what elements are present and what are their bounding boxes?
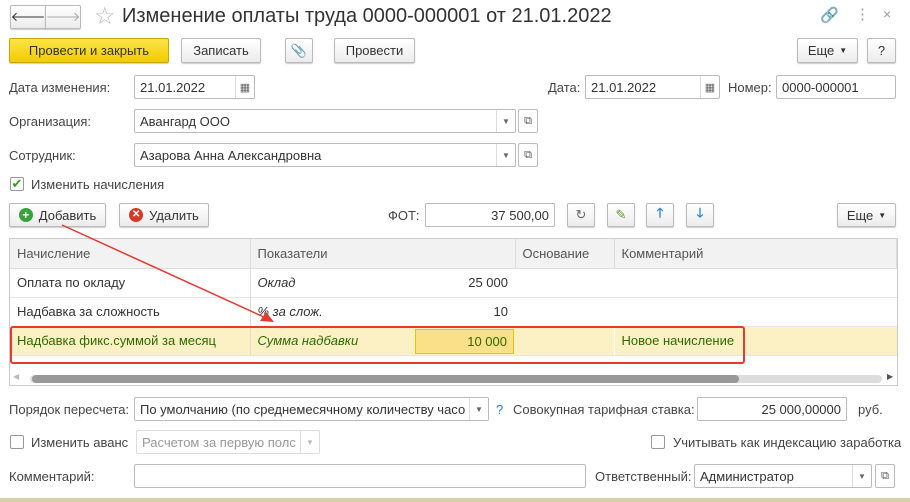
rate-input: 25 000,00000	[697, 397, 847, 421]
indexation-checkbox[interactable]	[651, 435, 665, 449]
bottom-border	[0, 498, 910, 502]
responsible-value: Администратор	[700, 468, 794, 484]
dropdown-arrow-icon: ▼	[300, 431, 319, 453]
change-advance-checkbox[interactable]	[10, 435, 24, 449]
dropdown-arrow-icon[interactable]: ▼	[852, 465, 871, 487]
indexation-label: Учитывать как индексацию заработка	[673, 435, 902, 450]
annotation-arrow	[61, 224, 274, 322]
comment-label: Комментарий:	[9, 469, 95, 484]
responsible-label: Ответственный:	[595, 469, 692, 484]
currency-label: руб.	[858, 402, 883, 417]
recalc-select[interactable]: По умолчанию (по среднемесячному количес…	[134, 397, 489, 421]
change-advance-label: Изменить аванс	[31, 435, 129, 450]
rate-value: 25 000,00000	[761, 401, 841, 417]
advance-select: Расчетом за первую полс ▼	[136, 430, 320, 454]
comment-input[interactable]	[134, 464, 586, 488]
rate-label: Совокупная тарифная ставка:	[513, 402, 695, 417]
dropdown-arrow-icon[interactable]: ▼	[469, 398, 488, 420]
recalc-value: По умолчанию (по среднемесячному количес…	[140, 401, 466, 417]
open-responsible-icon[interactable]: ⧉	[875, 464, 895, 488]
responsible-input[interactable]: Администратор ▼	[694, 464, 872, 488]
recalc-label: Порядок пересчета:	[9, 402, 130, 417]
advance-value: Расчетом за первую полс	[142, 434, 296, 450]
recalc-help-icon[interactable]: ?	[496, 402, 503, 418]
